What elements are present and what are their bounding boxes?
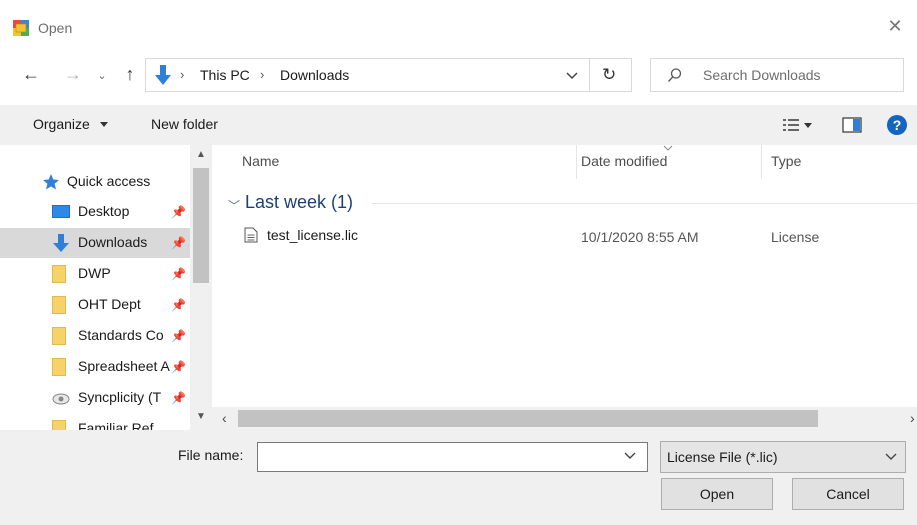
group-divider	[372, 203, 917, 204]
nav-item-oht-dept[interactable]: OHT Dept 📌	[0, 290, 190, 320]
nav-item-label: Syncplicity (T	[78, 389, 162, 405]
nav-item-desktop[interactable]: Desktop 📌	[0, 197, 190, 227]
nav-item-label: Spreadsheet A	[78, 358, 170, 374]
folder-icon	[52, 265, 66, 283]
column-header-type[interactable]: Type	[771, 153, 801, 169]
organize-button[interactable]: Organize	[33, 116, 90, 132]
breadcrumb-this-pc[interactable]: This PC	[200, 67, 250, 83]
horizontal-scrollbar[interactable]: ‹ ›	[212, 407, 917, 430]
scroll-down-icon[interactable]: ▼	[196, 411, 206, 422]
sort-chevron-icon	[663, 145, 673, 151]
dialog-app-icon	[13, 20, 29, 36]
nav-item-downloads[interactable]: Downloads 📌	[0, 228, 190, 258]
chevron-down-icon[interactable]	[624, 452, 636, 460]
address-bar[interactable]: › This PC › Downloads	[145, 58, 590, 92]
breadcrumb-separator[interactable]: ›	[260, 67, 264, 82]
back-button[interactable]: ←	[20, 64, 42, 84]
command-toolbar: Organize New folder ?	[0, 105, 917, 145]
refresh-icon: ↻	[602, 65, 617, 84]
pin-icon: 📌	[171, 267, 186, 281]
file-name[interactable]: test_license.lic	[267, 227, 358, 243]
desktop-icon	[52, 205, 70, 218]
new-folder-button[interactable]: New folder	[151, 116, 218, 132]
nav-item-label: Downloads	[78, 234, 148, 250]
nav-item-label: Desktop	[78, 203, 130, 219]
pin-icon: 📌	[171, 391, 186, 405]
forward-button[interactable]: →	[62, 64, 84, 84]
search-placeholder: Search Downloads	[703, 67, 821, 83]
quick-access-label[interactable]: Quick access	[67, 173, 150, 189]
scroll-left-icon[interactable]: ‹	[222, 410, 227, 426]
close-icon[interactable]: ✕	[885, 16, 905, 36]
recent-locations-button[interactable]: ⌄	[94, 66, 110, 86]
nav-item-standards[interactable]: Standards Co 📌	[0, 321, 190, 351]
pin-icon: 📌	[171, 298, 186, 312]
nav-item-spreadsheet[interactable]: Spreadsheet A 📌	[0, 352, 190, 382]
quick-access-star-icon	[43, 174, 59, 190]
nav-item-label: Standards Co	[78, 327, 164, 343]
column-header-name[interactable]: Name	[242, 153, 279, 169]
open-button[interactable]: Open	[661, 478, 773, 510]
pin-icon: 📌	[171, 236, 186, 250]
group-collapse-icon[interactable]: ﹀	[228, 197, 240, 214]
folder-icon	[52, 358, 66, 376]
change-view-icon[interactable]	[783, 118, 799, 132]
nav-item-syncplicity[interactable]: Syncplicity (T 📌	[0, 383, 190, 413]
file-name-input[interactable]	[257, 442, 648, 472]
file-type: License	[771, 229, 820, 245]
scroll-up-icon[interactable]: ▲	[196, 149, 206, 160]
chevron-down-icon[interactable]	[565, 68, 579, 82]
breadcrumb-downloads[interactable]: Downloads	[280, 67, 349, 83]
file-name-label: File name:	[178, 447, 244, 463]
pin-icon: 📌	[171, 360, 186, 374]
navigation-pane[interactable]: Quick access Desktop 📌 Downloads 📌 DWP 📌…	[0, 145, 212, 430]
scroll-right-icon[interactable]: ›	[910, 410, 915, 426]
folder-icon	[52, 420, 66, 430]
chevron-down-icon	[885, 453, 897, 460]
pin-icon: 📌	[171, 205, 186, 219]
column-header-date[interactable]: Date modified	[581, 153, 667, 169]
nav-item-dwp[interactable]: DWP 📌	[0, 259, 190, 289]
navigation-bar: ← → ⌄ ↑ › This PC › Downloads ↻ Search D…	[0, 56, 917, 94]
column-divider[interactable]	[576, 145, 577, 179]
nav-item-label: Familiar Ref	[78, 420, 154, 430]
window-title: Open	[38, 20, 73, 36]
help-icon[interactable]: ?	[887, 115, 907, 135]
preview-pane-icon[interactable]	[842, 117, 862, 133]
search-box[interactable]: Search Downloads	[650, 58, 904, 92]
up-button[interactable]: ↑	[120, 64, 140, 84]
nav-item-familiar-ref[interactable]: Familiar Ref	[0, 414, 190, 430]
file-type-filter-value: License File (*.lic)	[667, 449, 778, 465]
file-icon	[244, 227, 258, 243]
refresh-button[interactable]: ↻	[590, 58, 632, 92]
file-date: 10/1/2020 8:55 AM	[581, 229, 699, 245]
breadcrumb-separator[interactable]: ›	[180, 67, 184, 82]
search-icon	[668, 68, 682, 82]
downloads-icon	[53, 234, 69, 252]
title-bar: Open ✕	[0, 0, 917, 56]
pin-icon: 📌	[171, 329, 186, 343]
caret-down-icon[interactable]	[804, 123, 812, 128]
navigation-scrollbar[interactable]: ▲ ▼	[190, 145, 212, 430]
folder-icon	[52, 296, 66, 314]
folder-icon	[52, 327, 66, 345]
cancel-button[interactable]: Cancel	[792, 478, 904, 510]
scrollbar-thumb[interactable]	[238, 410, 818, 427]
file-list[interactable]: Name Date modified Type ﹀ Last week (1) …	[212, 145, 917, 430]
syncplicity-icon	[52, 393, 70, 405]
caret-down-icon[interactable]	[100, 122, 108, 127]
nav-item-label: DWP	[78, 265, 111, 281]
nav-item-label: OHT Dept	[78, 296, 141, 312]
scrollbar-thumb[interactable]	[193, 168, 209, 283]
group-heading[interactable]: Last week (1)	[245, 192, 353, 213]
downloads-location-icon	[155, 65, 171, 85]
dialog-footer: File name: License File (*.lic) Open Can…	[0, 430, 917, 525]
column-divider[interactable]	[761, 145, 762, 179]
file-type-filter[interactable]: License File (*.lic)	[660, 441, 906, 473]
